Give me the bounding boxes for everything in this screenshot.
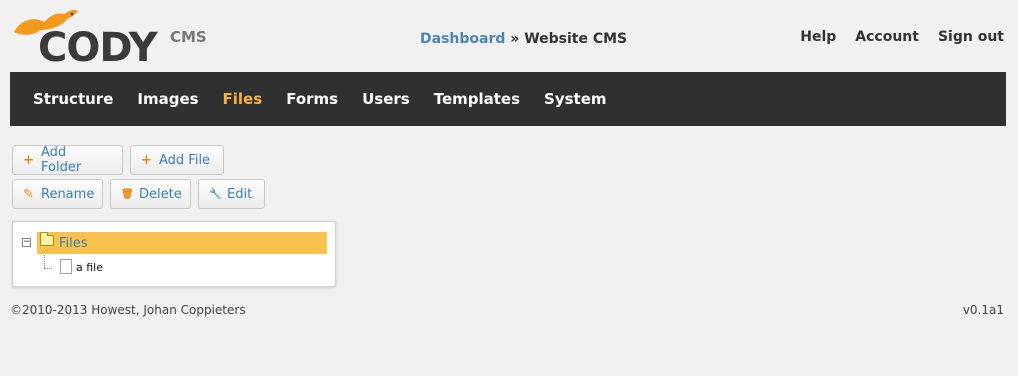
tree-connector — [44, 268, 52, 269]
add-file-label: Add File — [159, 152, 211, 168]
breadcrumb-dashboard-link[interactable]: Dashboard — [420, 31, 505, 47]
breadcrumb: Dashboard » Website CMS — [420, 31, 627, 47]
plus-icon: + — [141, 152, 152, 168]
sign-out-link[interactable]: Sign out — [938, 29, 1004, 45]
footer-copyright: ©2010-2013 Howest, Johan Coppieters — [10, 303, 246, 317]
file-tree: − Files a file — [12, 221, 336, 287]
top-nav: Help Account Sign out — [800, 29, 1004, 45]
rename-label: Rename — [41, 186, 95, 202]
footer-version: v0.1a1 — [962, 303, 1004, 317]
delete-button[interactable]: 🗑 Delete — [110, 179, 191, 209]
nav-item-structure[interactable]: Structure — [33, 90, 113, 108]
nav-item-images[interactable]: Images — [137, 90, 198, 108]
nav-item-files[interactable]: Files — [223, 90, 263, 108]
nav-item-templates[interactable]: Templates — [434, 90, 520, 108]
add-folder-label: Add Folder — [41, 145, 82, 175]
logo-wordmark: CODY — [38, 25, 158, 71]
help-link[interactable]: Help — [800, 29, 836, 45]
edit-label: Edit — [227, 186, 253, 202]
tree-node-files-label[interactable]: Files — [59, 236, 88, 251]
main-nav: Structure Images Files Forms Users Templ… — [10, 72, 1006, 126]
add-folder-button[interactable]: + Add Folder — [12, 145, 123, 175]
breadcrumb-current: Website CMS — [524, 31, 628, 47]
cody-logo[interactable]: CODY CMS — [10, 6, 210, 71]
nav-item-forms[interactable]: Forms — [286, 90, 338, 108]
wrench-icon: 🔧 — [209, 188, 222, 200]
delete-label: Delete — [139, 186, 182, 202]
tree-node-file-label[interactable]: a file — [76, 261, 103, 274]
nav-item-users[interactable]: Users — [362, 90, 410, 108]
breadcrumb-separator: » — [505, 31, 525, 47]
tree-connector — [44, 255, 45, 268]
plus-icon: + — [23, 152, 34, 168]
folder-icon — [40, 232, 54, 246]
account-link[interactable]: Account — [855, 29, 919, 45]
edit-button[interactable]: 🔧 Edit — [198, 179, 265, 209]
rename-button[interactable]: ✎ Rename — [12, 179, 103, 209]
file-icon — [60, 259, 72, 274]
pencil-icon: ✎ — [23, 186, 34, 202]
add-file-button[interactable]: + Add File — [130, 145, 224, 175]
nav-item-system[interactable]: System — [544, 90, 606, 108]
logo-subtitle: CMS — [170, 28, 207, 46]
collapse-icon[interactable]: − — [22, 238, 31, 247]
trash-icon: 🗑 — [121, 188, 134, 200]
